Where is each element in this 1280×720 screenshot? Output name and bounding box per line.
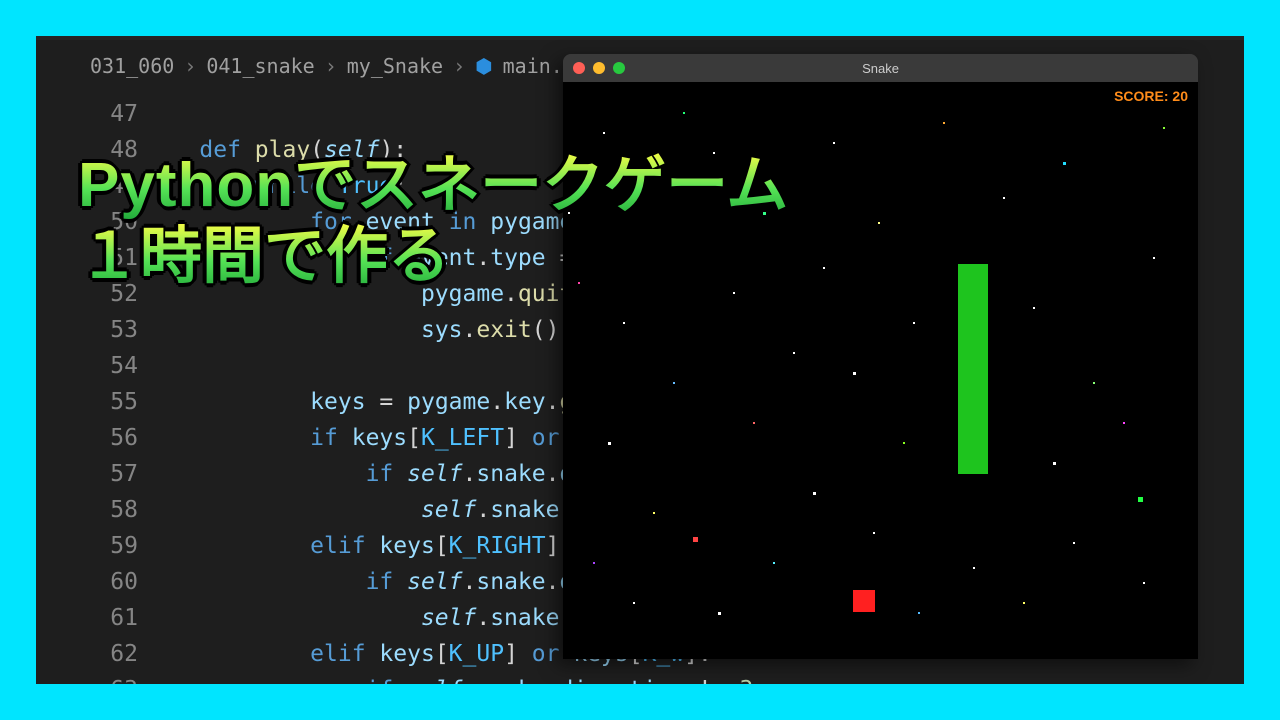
star-particle [1003, 197, 1005, 199]
star-particle [1093, 382, 1095, 384]
star-particle [823, 267, 825, 269]
bc-folder-2[interactable]: 041_snake [206, 54, 314, 78]
bc-folder-1[interactable]: 031_060 [90, 54, 174, 78]
bc-chevron-icon: › [184, 54, 196, 78]
food-square [853, 590, 875, 612]
star-particle [973, 567, 975, 569]
star-particle [1163, 127, 1165, 129]
python-file-icon: ⬢ [475, 54, 492, 78]
game-canvas[interactable]: SCORE: 20 [563, 82, 1198, 659]
star-particle [853, 372, 856, 375]
star-particle [833, 142, 835, 144]
star-particle [653, 512, 655, 514]
line-numbers: 4748495051525354555657585960616263646566 [90, 96, 138, 684]
star-particle [793, 352, 795, 354]
star-particle [753, 422, 755, 424]
star-particle [1033, 307, 1035, 309]
star-particle [683, 112, 685, 114]
star-particle [878, 222, 880, 224]
star-particle [623, 322, 625, 324]
star-particle [578, 282, 580, 284]
star-particle [733, 292, 735, 294]
star-particle [638, 177, 641, 180]
star-particle [913, 322, 915, 324]
window-title: Snake [563, 61, 1198, 76]
star-particle [568, 212, 570, 214]
star-particle [873, 532, 875, 534]
snake-body [958, 264, 988, 474]
star-particle [718, 612, 721, 615]
star-particle [1073, 542, 1075, 544]
star-particle [903, 442, 905, 444]
star-particle [763, 212, 766, 215]
bc-chevron-icon: › [325, 54, 337, 78]
star-particle [693, 537, 698, 542]
star-particle [1023, 602, 1025, 604]
star-particle [1053, 462, 1056, 465]
bc-folder-3[interactable]: my_Snake [347, 54, 443, 78]
star-particle [673, 382, 675, 384]
star-particle [1153, 257, 1155, 259]
star-particle [943, 122, 945, 124]
star-particle [773, 562, 775, 564]
star-particle [713, 152, 715, 154]
star-particle [918, 612, 920, 614]
star-particle [608, 442, 611, 445]
star-particle [593, 562, 595, 564]
star-particle [1143, 582, 1145, 584]
star-particle [603, 132, 605, 134]
game-window[interactable]: Snake SCORE: 20 [563, 54, 1198, 659]
star-particle [1123, 422, 1125, 424]
score-label: SCORE: 20 [1114, 88, 1188, 104]
star-particle [813, 492, 816, 495]
window-titlebar[interactable]: Snake [563, 54, 1198, 82]
star-particle [633, 602, 635, 604]
bc-chevron-icon: › [453, 54, 465, 78]
star-particle [1063, 162, 1066, 165]
star-particle [1138, 497, 1143, 502]
tab-strip [36, 36, 1244, 40]
